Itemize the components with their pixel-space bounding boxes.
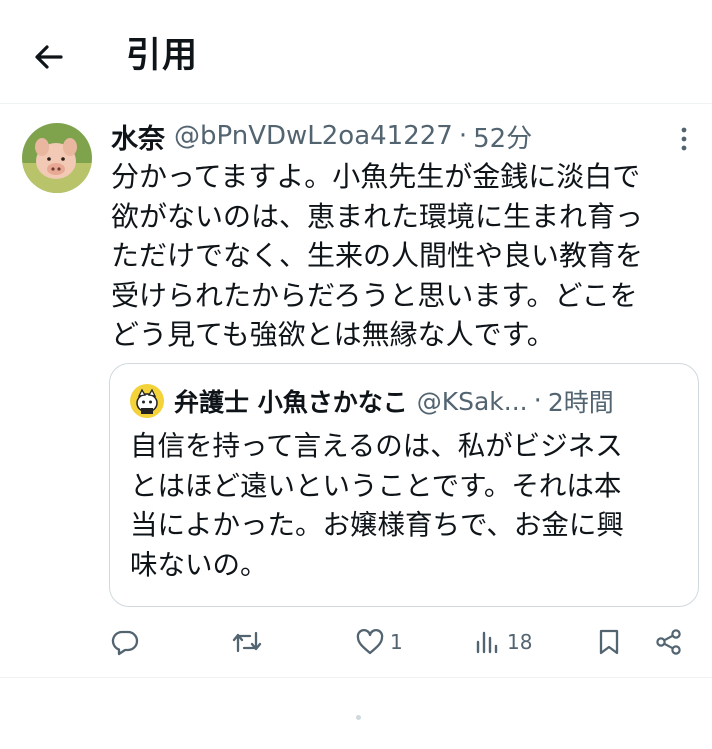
- more-options-button[interactable]: [672, 124, 696, 154]
- separator-dot: ·: [458, 121, 468, 151]
- arrow-left-icon: [35, 45, 63, 69]
- page-title: 引用: [126, 36, 199, 76]
- bookmark-icon: [599, 629, 619, 655]
- separator-dot: ·: [533, 386, 542, 416]
- retweet-icon: [232, 631, 262, 653]
- tweet-text-line: どう見ても強欲とは無縁な人です。: [111, 318, 555, 351]
- more-vertical-icon: [681, 127, 687, 151]
- tweet-text-line: 受けられたからだろうと思います。どこを: [111, 278, 638, 312]
- like-count: 1: [390, 630, 403, 654]
- view-count: 18: [507, 630, 533, 654]
- quote-tweet-page: 引用 水奈 @bPnVDwL2oa41227 · 52分 分かってますよ。小魚先…: [0, 0, 712, 749]
- share-button[interactable]: [654, 620, 684, 664]
- quoted-text-line: 当によかった。お嬢様育ちで、お金に興: [130, 509, 624, 541]
- action-bar: 1 18: [0, 620, 712, 664]
- back-button[interactable]: [30, 38, 68, 76]
- author-name[interactable]: 水奈: [111, 117, 165, 156]
- heart-icon: [356, 629, 384, 655]
- reply-button[interactable]: [110, 620, 140, 664]
- reply-icon: [111, 630, 139, 656]
- quoted-author-handle[interactable]: @KSak...: [417, 387, 528, 416]
- tweet-text-line: 欲がないのは、恵まれた環境に生まれ育っ: [111, 199, 644, 233]
- bookmark-button[interactable]: [596, 620, 622, 664]
- loading-indicator-dot: [356, 715, 361, 720]
- views-button[interactable]: 18: [474, 620, 532, 664]
- quoted-tweet-header: 弁護士 小魚さかなこ @KSak... · 2時間: [130, 382, 614, 420]
- avatar[interactable]: [22, 123, 92, 193]
- share-icon: [656, 629, 681, 655]
- divider: [0, 677, 712, 678]
- retweet-button[interactable]: [230, 620, 264, 664]
- quoted-text-line: 味ないの。: [130, 548, 268, 581]
- quoted-text-line: とはほど遠いということです。それは本: [130, 469, 622, 502]
- tweet-header: 水奈 @bPnVDwL2oa41227 · 52分: [111, 116, 532, 156]
- top-bar: 引用: [0, 0, 712, 104]
- quoted-tweet-card[interactable]: 弁護士 小魚さかなこ @KSak... · 2時間 自信を持って言えるのは、私が…: [109, 363, 699, 607]
- views-icon: [476, 631, 498, 654]
- tweet-timestamp[interactable]: 52分: [473, 118, 532, 155]
- quoted-text-line: 自信を持って言えるのは、私がビジネス: [130, 430, 623, 462]
- quoted-avatar: [130, 384, 164, 418]
- quoted-author-name[interactable]: 弁護士 小魚さかなこ: [174, 383, 408, 419]
- quoted-tweet-timestamp[interactable]: 2時間: [548, 383, 614, 419]
- tweet-text: 分かってますよ。小魚先生が金銭に淡白で 欲がないのは、恵まれた環境に生まれ育っ …: [111, 157, 691, 355]
- tweet-text-line: ただけでなく、生来の人間性や良い教育を: [111, 239, 644, 272]
- author-handle[interactable]: @bPnVDwL2oa41227: [174, 121, 453, 151]
- like-button[interactable]: 1: [355, 620, 403, 664]
- tweet-text-line: 分かってますよ。小魚先生が金銭に淡白で: [111, 160, 641, 193]
- quoted-tweet-text: 自信を持って言えるのは、私がビジネス とはほど遠いということです。それは本 当に…: [130, 427, 686, 585]
